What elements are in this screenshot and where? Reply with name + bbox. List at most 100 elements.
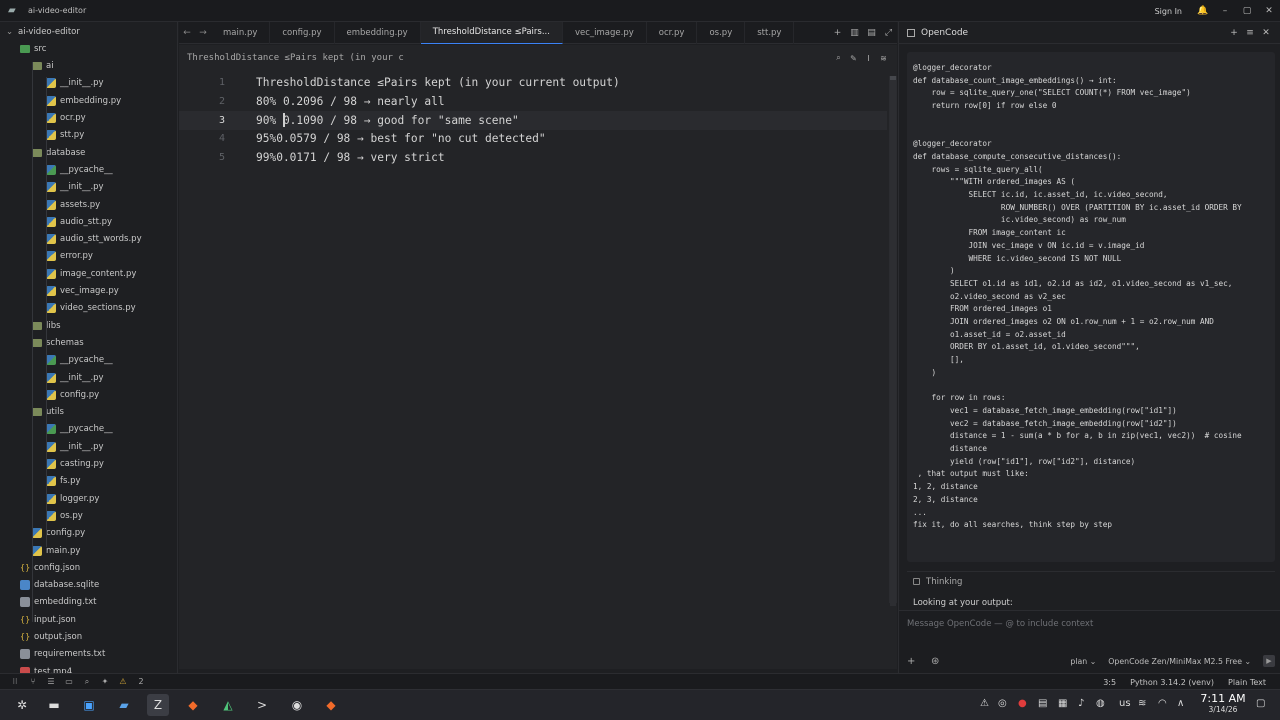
send-icon[interactable]: ▶ — [1263, 655, 1275, 667]
clock[interactable]: 7:11 AM 3/14/26 — [1197, 692, 1249, 714]
tree-item[interactable]: main.py — [0, 542, 177, 559]
network-tray-icon[interactable]: ≋ — [1138, 698, 1146, 709]
tree-item[interactable]: {} output.json — [0, 629, 177, 646]
code-editor[interactable]: 1 ThresholdDistance ≤Pairs kept (in your … — [179, 71, 897, 669]
settings-icon[interactable]: ≋ — [876, 54, 891, 63]
tree-item[interactable]: libs — [0, 317, 177, 334]
tree-item[interactable]: embedding.py — [0, 92, 177, 109]
tree-item[interactable]: assets.py — [0, 196, 177, 213]
mode-select[interactable]: plan ⌄ — [1070, 657, 1096, 666]
python-env[interactable]: Python 3.14.2 (venv) — [1130, 678, 1214, 687]
record-tray-icon[interactable]: ● — [1018, 698, 1027, 709]
tree-item[interactable]: casting.py — [0, 456, 177, 473]
warning-count[interactable]: 2 — [132, 677, 150, 686]
sign-in-button[interactable]: Sign In — [1155, 7, 1182, 16]
magic-icon[interactable]: ✎ — [846, 54, 861, 63]
cursor-icon[interactable]: I — [861, 54, 876, 63]
tree-item[interactable]: {} config.json — [0, 559, 177, 576]
zed-editor-icon[interactable]: Z — [147, 694, 169, 716]
tree-item[interactable]: logger.py — [0, 490, 177, 507]
mic-tray-icon[interactable]: ◍ — [1096, 698, 1105, 709]
brave-browser-icon[interactable]: ◆ — [182, 694, 204, 716]
context-icon[interactable]: ⊛ — [931, 656, 947, 667]
tree-item[interactable]: config.py — [0, 525, 177, 542]
tree-item[interactable]: config.py — [0, 386, 177, 403]
tree-item[interactable]: audio_stt_words.py — [0, 231, 177, 248]
tree-item[interactable]: error.py — [0, 248, 177, 265]
tree-item[interactable]: requirements.txt — [0, 646, 177, 663]
tree-item[interactable]: __pycache__ — [0, 421, 177, 438]
tree-item[interactable]: ai — [0, 58, 177, 75]
tab[interactable]: main.py — [211, 21, 271, 44]
bell-icon[interactable]: 🔔 — [1192, 6, 1214, 16]
tree-item[interactable]: video_sections.py — [0, 300, 177, 317]
tab[interactable]: ocr.py — [647, 21, 698, 44]
tree-item[interactable]: database — [0, 144, 177, 161]
back-arrow-icon[interactable]: ← — [179, 28, 195, 38]
tree-item[interactable]: src — [0, 40, 177, 57]
extensions-icon[interactable]: ✦ — [96, 677, 114, 686]
code-line[interactable]: 1 ThresholdDistance ≤Pairs kept (in your … — [179, 73, 887, 92]
tree-item[interactable]: os.py — [0, 507, 177, 524]
obs-app-icon[interactable]: ◉ — [286, 694, 308, 716]
tree-item[interactable]: schemas — [0, 334, 177, 351]
tree-item[interactable]: ⌄ ai-video-editor — [0, 23, 177, 40]
tree-item[interactable]: test.mp4 — [0, 663, 177, 673]
code-line[interactable]: 4 95%0.0579 / 98 → best for "no cut detec… — [179, 129, 887, 148]
terminal-icon[interactable]: ▭ — [60, 677, 78, 686]
panels-icon[interactable]: ⁝⁝ — [6, 677, 24, 686]
keyboard-layout[interactable]: us — [1119, 698, 1131, 709]
tree-item[interactable]: __init__.py — [0, 369, 177, 386]
new-chat-icon[interactable]: + — [1226, 28, 1242, 38]
warning-icon[interactable]: ⚠ — [114, 677, 132, 686]
code-line[interactable]: 3 90% 0.1090 / 98 → good for "same scene" — [179, 110, 887, 130]
split-icon[interactable]: ▥ — [846, 28, 863, 38]
tab[interactable]: os.py — [697, 21, 746, 44]
volume-tray-icon[interactable]: ♪ — [1078, 698, 1084, 709]
tree-item[interactable]: __init__.py — [0, 438, 177, 455]
close-icon[interactable]: ✕ — [1258, 6, 1280, 16]
tree-item[interactable]: vec_image.py — [0, 283, 177, 300]
steam-tray-icon[interactable]: ◎ — [998, 698, 1007, 709]
tree-item[interactable]: {} input.json — [0, 611, 177, 628]
tab[interactable]: embedding.py — [335, 21, 421, 44]
panel-icon[interactable]: ▤ — [863, 28, 880, 38]
clipboard-tray-icon[interactable]: ▤ — [1038, 698, 1047, 709]
settings-app-icon[interactable]: ▬ — [43, 694, 65, 716]
maximize-icon[interactable]: ▢ — [1236, 6, 1258, 16]
store-app-icon[interactable]: ▣ — [78, 694, 100, 716]
tree-item[interactable]: stt.py — [0, 127, 177, 144]
menu-icon[interactable]: ≡ — [1242, 28, 1258, 38]
tree-item[interactable]: image_content.py — [0, 265, 177, 282]
add-tab-icon[interactable]: + — [829, 28, 846, 38]
tree-item[interactable]: fs.py — [0, 473, 177, 490]
thinking-section[interactable]: Thinking — [907, 571, 1275, 591]
monitor-app-icon[interactable]: ◭ — [217, 694, 239, 716]
tree-item[interactable]: __pycache__ — [0, 161, 177, 178]
message-input[interactable]: Message OpenCode — @ to include context — [907, 619, 1093, 629]
tree-item[interactable]: __pycache__ — [0, 352, 177, 369]
expand-tray-icon[interactable]: ∧ — [1177, 698, 1184, 709]
git-branch-icon[interactable]: ⑂ — [24, 677, 42, 686]
terminal-app-icon[interactable]: > — [251, 694, 273, 716]
model-select[interactable]: OpenCode Zen/MiniMax M2.5 Free ⌄ — [1108, 657, 1251, 666]
display-tray-icon[interactable]: ▦ — [1058, 698, 1067, 709]
warning-tray-icon[interactable]: ⚠ — [980, 698, 989, 709]
cursor-position[interactable]: 3:5 — [1103, 678, 1116, 687]
attach-icon[interactable]: + — [907, 656, 923, 667]
tree-item[interactable]: __init__.py — [0, 75, 177, 92]
wifi-tray-icon[interactable]: ◠ — [1158, 698, 1167, 709]
tab[interactable]: vec_image.py — [563, 21, 647, 44]
forward-arrow-icon[interactable]: → — [195, 28, 211, 38]
file-manager-icon[interactable]: ▰ — [113, 694, 135, 716]
code-line[interactable]: 5 99%0.0171 / 98 → very strict — [179, 148, 887, 167]
close-panel-icon[interactable]: ✕ — [1258, 28, 1274, 38]
tree-item[interactable]: utils — [0, 404, 177, 421]
code-line[interactable]: 2 80% 0.2096 / 98 → nearly all — [179, 92, 887, 111]
tree-item[interactable]: __init__.py — [0, 179, 177, 196]
tree-item[interactable]: database.sqlite — [0, 577, 177, 594]
tree-item[interactable]: audio_stt.py — [0, 213, 177, 230]
tree-item[interactable]: embedding.txt — [0, 594, 177, 611]
search-status-icon[interactable]: ⌕ — [78, 677, 96, 687]
search-icon[interactable]: ⌕ — [831, 53, 846, 63]
